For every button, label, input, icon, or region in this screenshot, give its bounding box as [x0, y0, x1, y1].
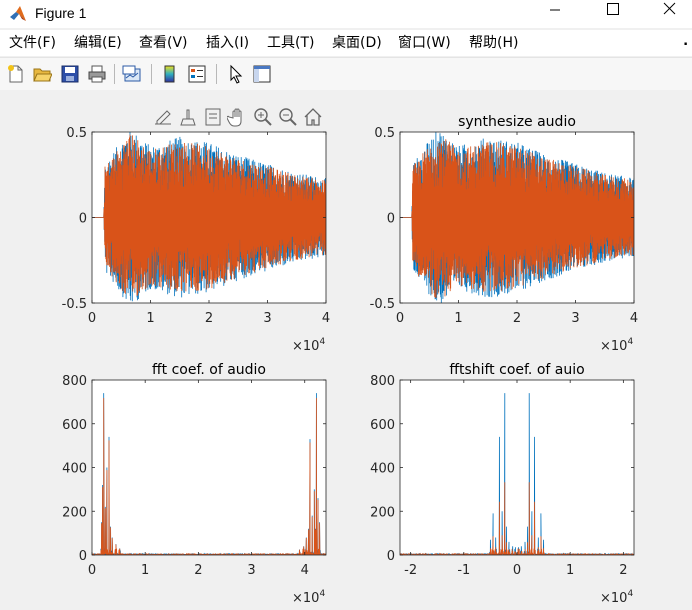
- toolbar-separator: [216, 64, 217, 84]
- toolbar-separator: [151, 64, 152, 84]
- menu-edit[interactable]: 编辑(E): [74, 34, 122, 52]
- title-bar: Figure 1: [0, 0, 692, 28]
- menu-dock-arrow[interactable]: ⬝: [684, 36, 687, 51]
- window-title: Figure 1: [35, 5, 87, 21]
- home-icon[interactable]: [302, 106, 324, 128]
- close-icon: [663, 2, 676, 15]
- menu-insert[interactable]: 插入(I): [206, 34, 249, 52]
- save-icon[interactable]: [60, 64, 80, 84]
- menu-window[interactable]: 窗口(W): [398, 34, 451, 52]
- edit-plot-arrow-icon[interactable]: [226, 64, 246, 84]
- insert-legend-icon[interactable]: [187, 64, 207, 84]
- minimize-button[interactable]: [532, 0, 578, 28]
- figure-area: [0, 90, 692, 610]
- zoom-in-icon[interactable]: [252, 106, 274, 128]
- menu-help[interactable]: 帮助(H): [469, 34, 518, 52]
- menu-desktop[interactable]: 桌面(D): [332, 34, 382, 52]
- print-icon[interactable]: [87, 64, 107, 84]
- close-button[interactable]: [646, 0, 692, 28]
- menu-view[interactable]: 查看(V): [139, 34, 188, 52]
- zoom-out-icon[interactable]: [277, 106, 299, 128]
- maximize-icon: [607, 3, 619, 15]
- new-figure-icon[interactable]: [6, 64, 26, 84]
- maximize-button[interactable]: [590, 0, 636, 28]
- data-tips-icon[interactable]: [202, 106, 224, 128]
- export-icon[interactable]: [152, 106, 174, 128]
- link-plot-icon[interactable]: [122, 64, 142, 84]
- figure-toolbar: [0, 57, 692, 91]
- minimize-icon: [550, 9, 560, 11]
- open-file-icon[interactable]: [32, 64, 52, 84]
- insert-colorbar-icon[interactable]: [160, 64, 180, 84]
- menu-tools[interactable]: 工具(T): [267, 34, 314, 52]
- menu-file[interactable]: 文件(F): [9, 34, 56, 52]
- toolbar-separator: [114, 64, 115, 84]
- menu-bar: 文件(F) 编辑(E) 查看(V) 插入(I) 工具(T) 桌面(D) 窗口(W…: [0, 30, 692, 56]
- property-inspector-icon[interactable]: [252, 64, 272, 84]
- pan-hand-icon[interactable]: [227, 106, 249, 128]
- brush-icon[interactable]: [177, 106, 199, 128]
- matlab-logo-icon: [10, 6, 26, 21]
